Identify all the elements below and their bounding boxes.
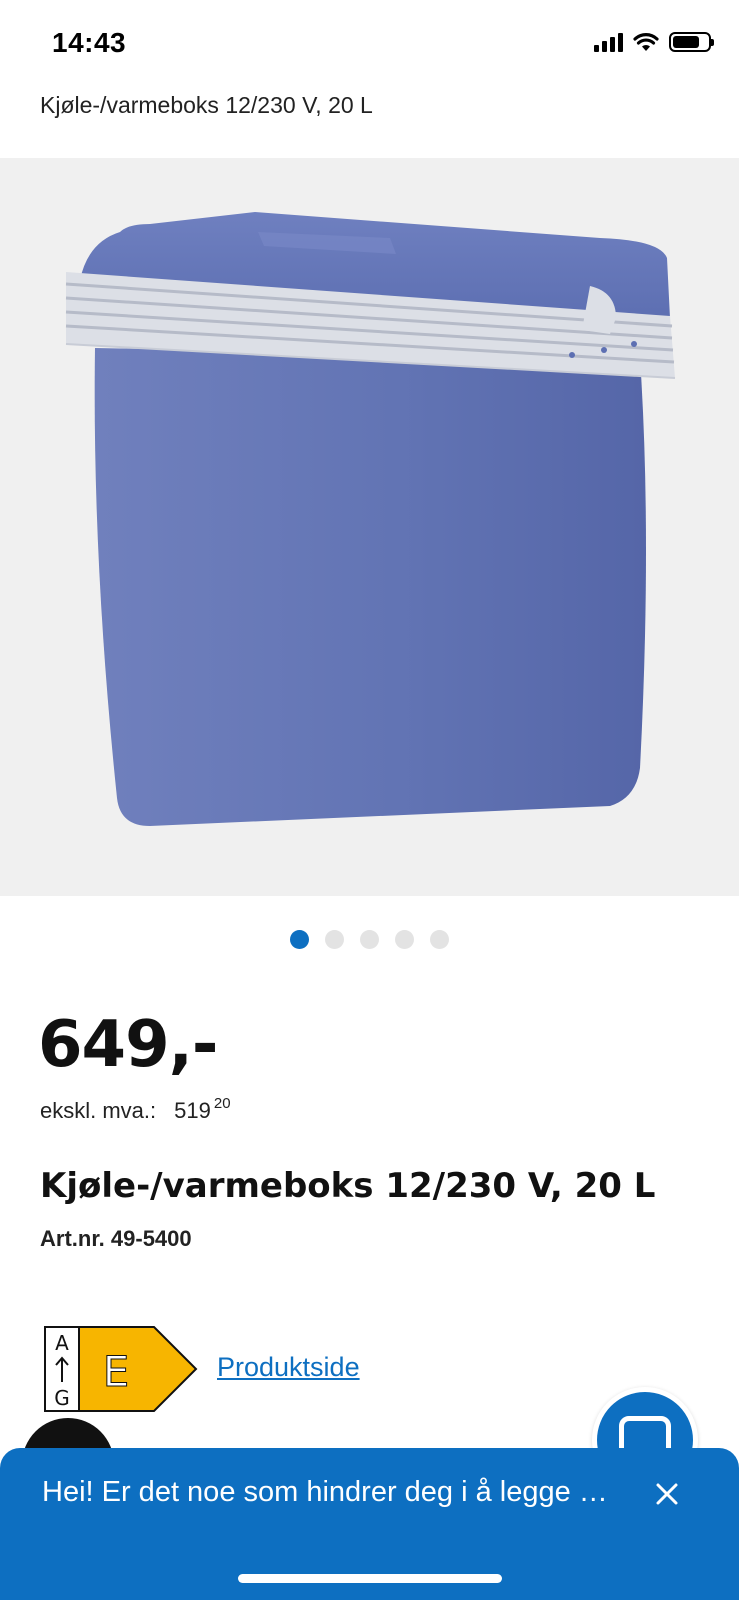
close-icon[interactable] xyxy=(647,1474,687,1514)
carousel-dot[interactable] xyxy=(360,930,379,949)
vat-value: 519 xyxy=(174,1098,211,1123)
price: 649,- xyxy=(38,1008,218,1082)
status-time: 14:43 xyxy=(52,27,127,58)
energy-scale-bottom: G xyxy=(54,1386,70,1410)
battery-icon xyxy=(669,32,714,52)
article-number: Art.nr. 49-5400 xyxy=(40,1226,192,1251)
battery-level xyxy=(673,36,699,48)
product-sheet-link[interactable]: Produktside xyxy=(217,1352,360,1383)
status-bar: 14:43 xyxy=(0,0,739,88)
energy-class: E xyxy=(103,1347,130,1396)
vat-label: ekskl. mva.: xyxy=(40,1098,157,1123)
carousel-dot[interactable] xyxy=(430,930,449,949)
status-icons xyxy=(594,32,714,52)
feedback-banner[interactable]: Hei! Er det noe som hindrer deg i å legg… xyxy=(0,1448,739,1600)
energy-scale-top: A xyxy=(55,1331,69,1355)
vat-row: ekskl. mva.: 519 20 xyxy=(40,1095,231,1124)
product-image-gallery[interactable] xyxy=(0,158,739,896)
carousel-dot-active[interactable] xyxy=(290,930,309,949)
home-indicator xyxy=(238,1574,502,1583)
banner-text: Hei! Er det noe som hindrer deg i å legg… xyxy=(42,1476,608,1508)
product-title: Kjøle-/varmeboks 12/230 V, 20 L xyxy=(40,1166,656,1206)
vat-decimal: 20 xyxy=(213,1095,231,1112)
page-header-title: Kjøle-/varmeboks 12/230 V, 20 L xyxy=(40,92,373,118)
signal-bars-icon xyxy=(594,32,623,52)
carousel-dot[interactable] xyxy=(325,930,344,949)
wifi-icon xyxy=(633,33,659,51)
carousel-dot[interactable] xyxy=(395,930,414,949)
energy-label-icon[interactable]: A G E xyxy=(44,1326,198,1414)
cooler-box-image xyxy=(65,212,676,826)
carousel-dots xyxy=(0,930,739,949)
